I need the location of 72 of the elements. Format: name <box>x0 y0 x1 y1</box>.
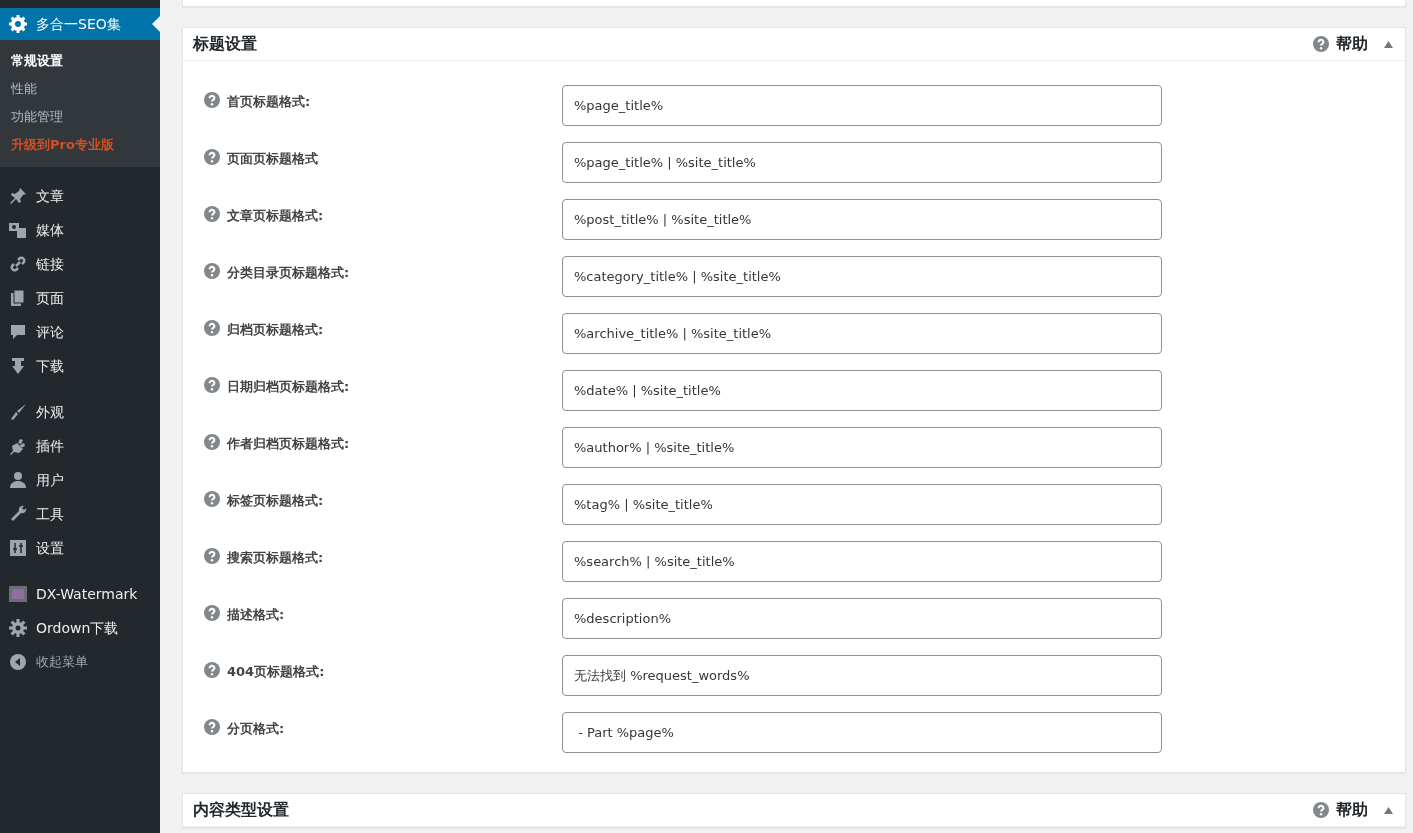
plug-icon <box>8 436 28 456</box>
field-label: 分页格式: <box>227 720 285 738</box>
link-icon <box>8 254 28 274</box>
help-icon <box>204 377 220 393</box>
menu-item[interactable]: Ordown下载 <box>0 611 160 645</box>
help-icon <box>204 605 220 621</box>
toggle-button[interactable] <box>1384 40 1393 48</box>
menu-item[interactable]: 外观 <box>0 395 160 429</box>
comment-icon <box>8 322 28 342</box>
help-icon <box>204 548 220 564</box>
menu-item[interactable]: 文章 <box>0 179 160 213</box>
menu-item[interactable]: DX-Watermark <box>0 577 160 611</box>
field-label: 页面页标题格式 <box>227 150 318 168</box>
field-label: 搜索页标题格式: <box>227 549 324 567</box>
help-icon <box>204 149 220 165</box>
help-icon <box>204 320 220 336</box>
active-menu-item[interactable]: 多合一SEO集 <box>0 8 160 40</box>
menu-item[interactable]: 工具 <box>0 497 160 531</box>
submenu-item[interactable]: 常规设置 <box>0 47 160 75</box>
field-label: 文章页标题格式: <box>227 207 324 225</box>
collapse-icon <box>8 652 28 672</box>
text-field[interactable]: 无法找到 %request_words% <box>562 655 1162 696</box>
text-field[interactable]: %description% <box>562 598 1162 639</box>
submenu-item[interactable]: 功能管理 <box>0 103 160 131</box>
field-label: 标签页标题格式: <box>227 492 324 510</box>
help-icon <box>204 662 220 678</box>
help-button[interactable]: 帮助 <box>1313 798 1368 822</box>
field-label: 首页标题格式: <box>227 93 311 111</box>
field-label: 归档页标题格式: <box>227 321 324 339</box>
panel-title: 内容类型设置 <box>193 799 289 821</box>
image-icon <box>8 584 28 604</box>
menu-item[interactable]: 插件 <box>0 429 160 463</box>
text-field[interactable]: %category_title% | %site_title% <box>562 256 1162 297</box>
text-field[interactable]: - Part %page% <box>562 712 1162 753</box>
sliders-icon <box>8 538 28 558</box>
text-field[interactable]: %author% | %site_title% <box>562 427 1162 468</box>
help-button[interactable]: 帮助 <box>1313 32 1368 56</box>
field-label: 作者归档页标题格式: <box>227 435 350 453</box>
help-icon <box>1313 36 1329 52</box>
text-field[interactable]: %search% | %site_title% <box>562 541 1162 582</box>
menu-item[interactable]: 下载 <box>0 349 160 383</box>
menu-item[interactable]: 设置 <box>0 531 160 565</box>
text-field[interactable]: %tag% | %site_title% <box>562 484 1162 525</box>
help-icon <box>204 491 220 507</box>
menu-item[interactable]: 用户 <box>0 463 160 497</box>
user-icon <box>8 470 28 490</box>
menu-item[interactable]: 媒体 <box>0 213 160 247</box>
text-field[interactable]: %page_title% | %site_title% <box>562 142 1162 183</box>
field-label: 日期归档页标题格式: <box>227 378 350 396</box>
panel-title: 标题设置 <box>193 33 257 55</box>
help-icon <box>1313 802 1329 818</box>
help-icon <box>204 434 220 450</box>
field-label: 描述格式: <box>227 606 285 624</box>
help-icon <box>204 263 220 279</box>
field-label: 404页标题格式: <box>227 663 325 681</box>
pin-icon <box>8 186 28 206</box>
text-field[interactable]: %date% | %site_title% <box>562 370 1162 411</box>
help-icon <box>204 92 220 108</box>
help-icon <box>204 206 220 222</box>
text-field[interactable]: %page_title% <box>562 85 1162 126</box>
text-field[interactable]: %archive_title% | %site_title% <box>562 313 1162 354</box>
help-icon <box>204 719 220 735</box>
field-label: 分类目录页标题格式: <box>227 264 350 282</box>
menu-item[interactable]: 页面 <box>0 281 160 315</box>
text-field[interactable]: %post_title% | %site_title% <box>562 199 1162 240</box>
menu-item[interactable]: 评论 <box>0 315 160 349</box>
gear-icon <box>8 618 28 638</box>
toggle-button[interactable] <box>1384 806 1393 814</box>
gear-icon <box>8 14 28 34</box>
submenu-item[interactable]: 性能 <box>0 75 160 103</box>
menu-item[interactable]: 链接 <box>0 247 160 281</box>
collapse-menu-button[interactable]: 收起菜单 <box>0 645 160 679</box>
